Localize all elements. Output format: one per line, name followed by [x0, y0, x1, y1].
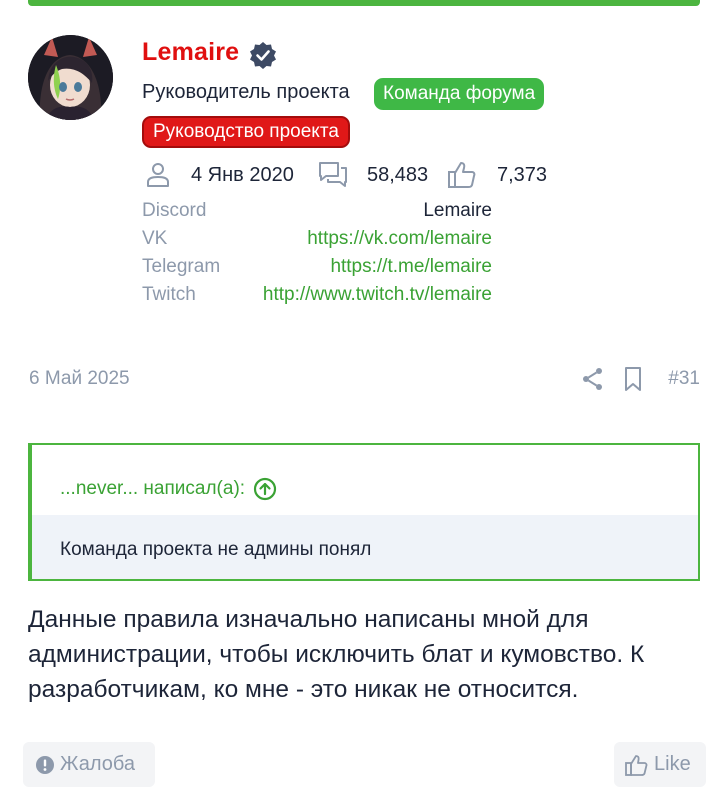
username[interactable]: Lemaire: [142, 38, 239, 67]
report-button[interactable]: Жалоба: [23, 742, 155, 787]
contact-twitch: Twitch http://www.twitch.tv/lemaire: [142, 282, 492, 310]
post-number[interactable]: #31: [668, 368, 700, 390]
alert-icon: [36, 755, 54, 774]
contact-value: Lemaire: [423, 200, 492, 221]
quote-block: ...never... написал(а): Команда проекта …: [28, 443, 700, 581]
contact-link[interactable]: http://www.twitch.tv/lemaire: [263, 284, 492, 306]
post-body: Данные правила изначально написаны мной …: [28, 606, 645, 703]
messages-icon: [319, 162, 347, 187]
post-date[interactable]: 6 Май 2025: [29, 368, 130, 390]
thumbs-up-icon: [625, 754, 648, 776]
user-contacts: Discord Lemaire VK https://vk.com/lemair…: [142, 198, 492, 310]
share-icon[interactable]: [580, 366, 606, 392]
top-accent-bar: [28, 0, 700, 6]
contact-link[interactable]: https://vk.com/lemaire: [307, 228, 492, 250]
user-icon: [147, 163, 169, 187]
avatar[interactable]: [28, 35, 113, 120]
contact-vk: VK https://vk.com/lemaire: [142, 226, 492, 254]
contact-telegram: Telegram https://t.me/lemaire: [142, 254, 492, 282]
badge-forum-team: Команда форума: [374, 78, 545, 110]
contact-key: Twitch: [142, 284, 196, 305]
avatar-image: [28, 35, 113, 120]
quote-author[interactable]: ...never... написал(а):: [60, 478, 245, 500]
quote-header[interactable]: ...never... написал(а):: [32, 445, 698, 513]
user-title: Руководитель проекта: [142, 81, 350, 103]
joined-date: 4 Янв 2020: [191, 164, 294, 186]
contact-key: VK: [142, 228, 168, 249]
reactions-thumbs-up-icon: [448, 162, 476, 188]
quote-text: Команда проекта не админы понял: [32, 515, 698, 579]
like-label: Like: [654, 753, 691, 775]
verified-badge-icon: [250, 42, 276, 69]
badge-project-leadership: Руководство проекта: [142, 116, 350, 148]
bookmark-icon[interactable]: [620, 366, 646, 392]
arrow-up-circle-icon[interactable]: [253, 477, 277, 501]
contact-discord: Discord Lemaire: [142, 198, 492, 226]
message-count: 58,483: [367, 164, 429, 186]
report-label: Жалоба: [60, 753, 135, 775]
contact-key: Discord: [142, 200, 207, 221]
like-button[interactable]: Like: [614, 742, 706, 787]
reaction-count: 7,373: [497, 164, 548, 186]
contact-key: Telegram: [142, 256, 221, 277]
contact-link[interactable]: https://t.me/lemaire: [330, 256, 492, 278]
